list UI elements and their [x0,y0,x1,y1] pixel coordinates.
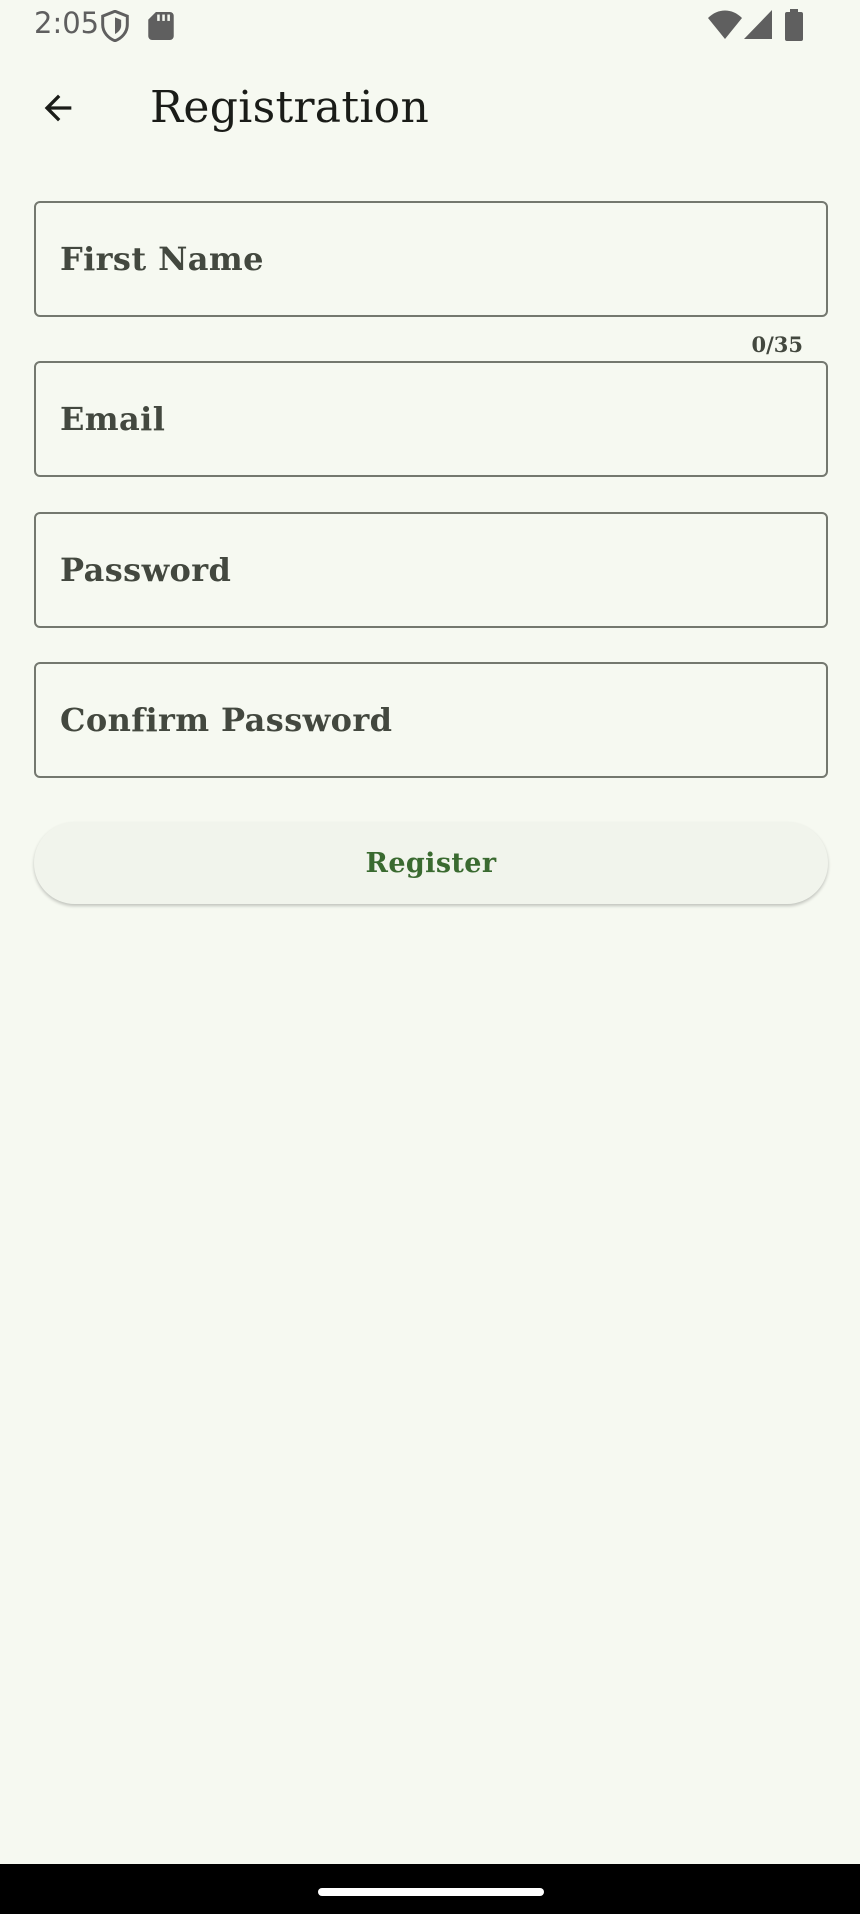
home-gesture-handle[interactable] [318,1888,544,1896]
page-title: Registration [150,82,430,133]
navigation-bar [0,1864,860,1914]
confirm-password-label: Confirm Password [60,701,393,739]
sd-card-icon [148,12,174,40]
arrow-back-icon [44,94,72,122]
register-button[interactable]: Register [34,822,828,904]
email-label: Email [60,400,166,438]
register-button-label: Register [365,847,497,879]
first-name-field[interactable]: First Name [34,201,828,317]
battery-icon [785,9,803,41]
registration-screen: 2:05 Registration First Name 0/35 Email … [0,0,860,1914]
wifi-icon [708,10,742,39]
cell-signal-icon [744,10,772,39]
status-time: 2:05 [34,6,100,40]
back-button[interactable] [28,78,88,138]
first-name-label: First Name [60,240,264,278]
status-bar: 2:05 [0,0,860,52]
confirm-password-field[interactable]: Confirm Password [34,662,828,778]
email-field[interactable]: Email [34,361,828,477]
password-field[interactable]: Password [34,512,828,628]
first-name-char-counter: 0/35 [751,332,803,357]
password-label: Password [60,551,232,589]
shield-icon [101,10,129,42]
